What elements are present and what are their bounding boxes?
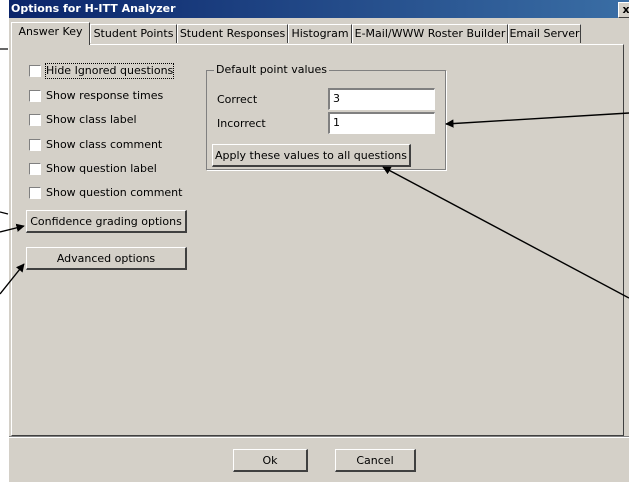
checkbox-label: Show question comment xyxy=(46,186,183,199)
arrow-stub-left xyxy=(0,211,9,215)
tab-email-www-roster-builder[interactable]: E-Mail/WWW Roster Builder xyxy=(352,24,508,43)
tab-histogram[interactable]: Histogram xyxy=(288,24,352,43)
incorrect-label: Incorrect xyxy=(217,117,266,130)
checkbox-label: Show class label xyxy=(46,113,137,126)
title-bar[interactable]: Options for H-ITT Analyzer x xyxy=(9,0,629,18)
checkbox-label: Show class comment xyxy=(46,138,163,151)
close-button[interactable]: x xyxy=(618,2,629,18)
advanced-options-button[interactable]: Advanced options xyxy=(26,247,187,270)
confidence-grading-options-button[interactable]: Confidence grading options xyxy=(26,210,187,233)
correct-label: Correct xyxy=(217,93,258,106)
checkbox-label: Show question label xyxy=(46,162,157,175)
tab-student-responses[interactable]: Student Responses xyxy=(177,24,288,43)
checkbox-label: Hide Ignored questions xyxy=(44,63,175,79)
incorrect-input[interactable]: 1 xyxy=(328,112,435,134)
correct-input[interactable]: 3 xyxy=(328,88,435,110)
checkbox-box[interactable] xyxy=(29,90,41,102)
checkbox-box[interactable] xyxy=(29,114,41,126)
apply-values-button[interactable]: Apply these values to all questions xyxy=(212,144,411,167)
checkbox-box[interactable] xyxy=(29,139,41,151)
options-dialog: Options for H-ITT Analyzer x Answer Key … xyxy=(8,0,629,482)
checkbox-label: Show response times xyxy=(46,89,164,102)
tab-email-server[interactable]: Email Server xyxy=(508,24,581,43)
checkbox-box[interactable] xyxy=(29,65,41,77)
tab-student-points[interactable]: Student Points xyxy=(90,24,177,43)
group-label: Default point values xyxy=(214,63,330,76)
ok-button[interactable]: Ok xyxy=(233,449,308,472)
bottom-separator xyxy=(9,436,629,438)
dialog-title: Options for H-ITT Analyzer xyxy=(11,2,176,15)
default-point-values-group: Default point values Correct 3 Incorrect… xyxy=(206,63,446,170)
cancel-button[interactable]: Cancel xyxy=(335,449,416,472)
checkbox-box[interactable] xyxy=(29,163,41,175)
checkbox-box[interactable] xyxy=(29,187,41,199)
tab-answer-key[interactable]: Answer Key xyxy=(11,22,90,45)
